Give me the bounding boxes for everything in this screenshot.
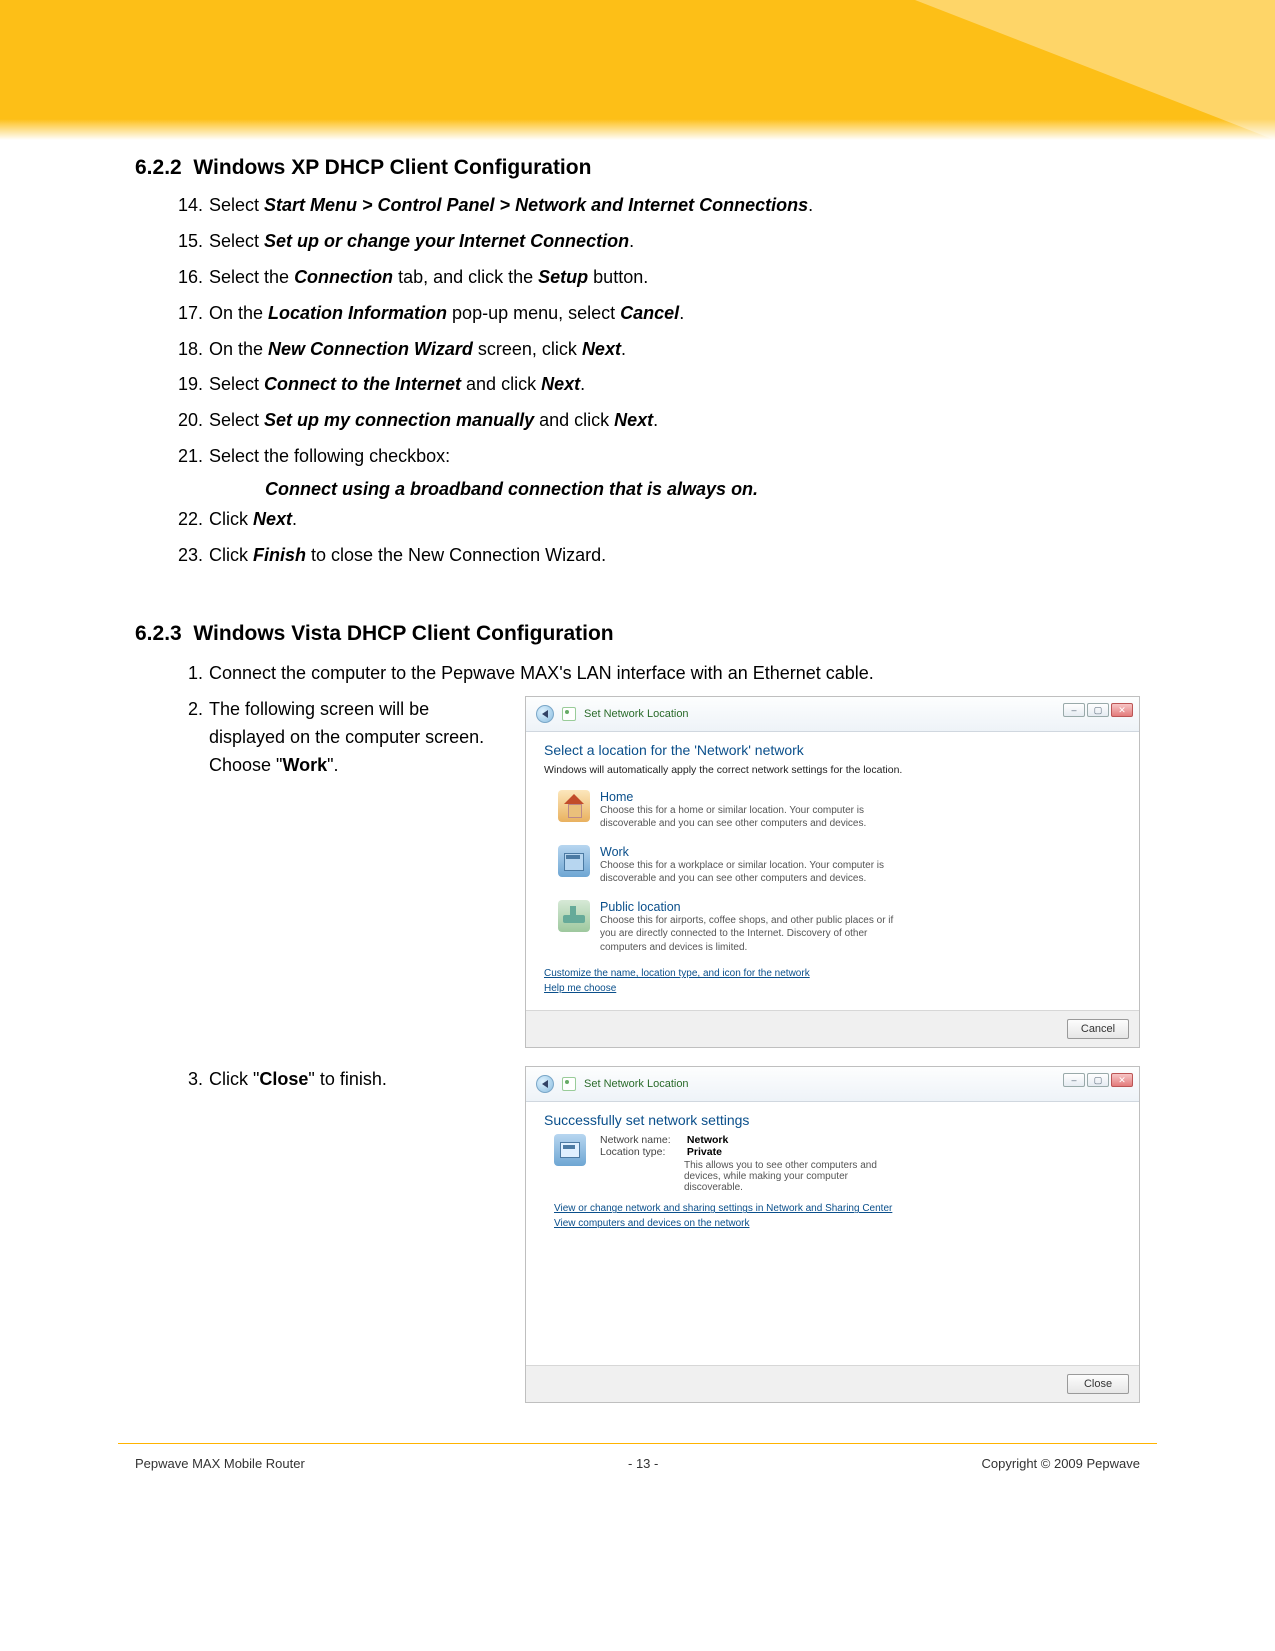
option-home[interactable]: Home Choose this for a home or similar l… [558,790,1121,831]
work-icon [558,845,590,877]
option-public[interactable]: Public location Choose this for airports… [558,900,1121,955]
xp-steps-cont: Click Next. Click Finish to close the Ne… [173,506,1140,570]
section-xp-number: 6.2.2 [135,156,182,179]
cancel-button[interactable]: Cancel [1067,1019,1129,1039]
option-work-desc: Choose this for a workplace or similar l… [600,859,900,886]
network-icon [562,1077,576,1091]
minimize-button[interactable]: – [1063,1073,1085,1087]
back-icon[interactable] [536,1075,554,1093]
banner-overlay [915,0,1275,140]
vista-step-1: Connect the computer to the Pepwave MAX'… [173,660,1140,688]
figure-set-network-location: – ▢ ✕ Set Network Location Select a loca… [525,696,1140,1049]
step-19: Select Connect to the Internet and click… [173,371,1140,399]
window-control-buttons: – ▢ ✕ [1063,703,1133,717]
home-icon [558,790,590,822]
step-18: On the New Connection Wizard screen, cli… [173,336,1140,364]
step-17: On the Location Information pop-up menu,… [173,300,1140,328]
option-work-title: Work [600,845,900,859]
page-footer: Pepwave MAX Mobile Router - 13 - Copyrig… [0,1444,1275,1471]
footer-left: Pepwave MAX Mobile Router [135,1456,305,1471]
section-vista-number: 6.2.3 [135,622,182,645]
close-window-button[interactable]: ✕ [1111,703,1133,717]
option-home-title: Home [600,790,900,804]
public-icon [558,900,590,932]
network-large-icon [554,1134,586,1166]
step-21: Select the following checkbox: [173,443,1140,471]
page-banner [0,0,1275,140]
option-work[interactable]: Work Choose this for a workplace or simi… [558,845,1121,886]
customize-link[interactable]: Customize the name, location type, and i… [544,968,1121,979]
option-public-title: Public location [600,900,900,914]
option-home-desc: Choose this for a home or similar locati… [600,804,900,831]
dialog-heading: Select a location for the 'Network' netw… [544,742,1121,758]
dialog-title: Set Network Location [584,1078,689,1090]
network-icon [562,707,576,721]
close-window-button[interactable]: ✕ [1111,1073,1133,1087]
network-name-value: Network [687,1134,728,1146]
dialog-title: Set Network Location [584,708,689,720]
minimize-button[interactable]: – [1063,703,1085,717]
vista-step-3: Click "Close" to finish. [173,1066,505,1094]
section-xp-heading: 6.2.2 Windows XP DHCP Client Configurati… [135,156,1140,180]
step-14: Select Start Menu > Control Panel > Netw… [173,192,1140,220]
location-type-label: Location type: [600,1146,684,1158]
option-public-desc: Choose this for airports, coffee shops, … [600,914,900,955]
network-name-label: Network name: [600,1134,684,1146]
maximize-button[interactable]: ▢ [1087,1073,1109,1087]
section-vista-title: Windows Vista DHCP Client Configuration [193,622,613,645]
footer-center: - 13 - [628,1456,658,1471]
view-devices-link[interactable]: View computers and devices on the networ… [554,1218,1121,1229]
step-23: Click Finish to close the New Connection… [173,542,1140,570]
close-button[interactable]: Close [1067,1374,1129,1394]
back-icon[interactable] [536,705,554,723]
step-15: Select Set up or change your Internet Co… [173,228,1140,256]
step-21-checkbox-line: Connect using a broadband connection tha… [265,479,1140,500]
sharing-center-link[interactable]: View or change network and sharing setti… [554,1203,1121,1214]
footer-right: Copyright © 2009 Pepwave [982,1456,1140,1471]
help-link[interactable]: Help me choose [544,983,1121,994]
vista-steps: Connect the computer to the Pepwave MAX'… [173,660,1140,688]
section-vista-heading: 6.2.3 Windows Vista DHCP Client Configur… [135,622,1140,646]
step-22: Click Next. [173,506,1140,534]
location-type-desc: This allows you to see other computers a… [684,1160,904,1193]
figure-success: – ▢ ✕ Set Network Location Successfully … [525,1066,1140,1403]
success-heading: Successfully set network settings [544,1112,1121,1128]
xp-steps: Select Start Menu > Control Panel > Netw… [173,192,1140,471]
dialog-subtext: Windows will automatically apply the cor… [544,764,1121,776]
step-16: Select the Connection tab, and click the… [173,264,1140,292]
window-control-buttons: – ▢ ✕ [1063,1073,1133,1087]
section-xp-title: Windows XP DHCP Client Configuration [193,156,591,179]
vista-step-2: The following screen will be displayed o… [173,696,505,780]
location-type-value: Private [687,1146,722,1158]
step-20: Select Set up my connection manually and… [173,407,1140,435]
maximize-button[interactable]: ▢ [1087,703,1109,717]
